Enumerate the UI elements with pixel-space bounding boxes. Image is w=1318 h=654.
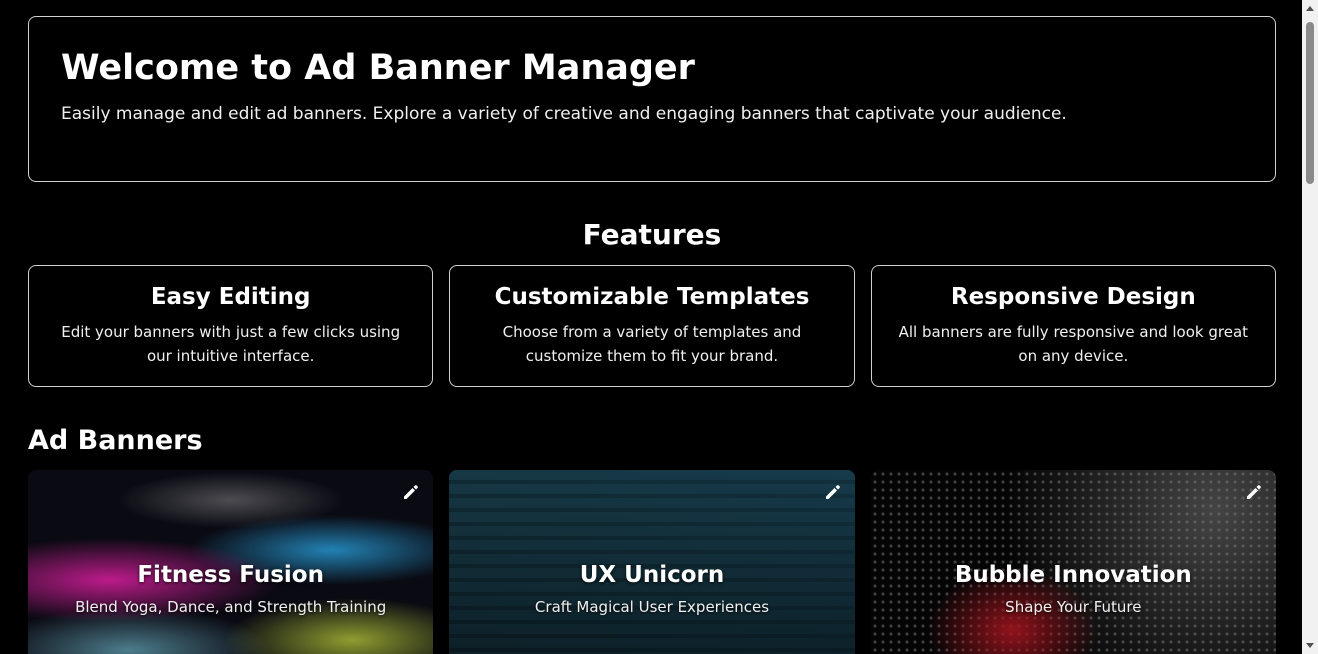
pencil-icon[interactable] (821, 480, 845, 504)
hero-description: Easily manage and edit ad banners. Explo… (61, 103, 1067, 124)
ad-banners-heading: Ad Banners (28, 425, 203, 456)
feature-card-easy-editing: Easy Editing Edit your banners with just… (28, 265, 434, 387)
feature-card-customizable-templates: Customizable Templates Choose from a var… (449, 265, 855, 387)
banner-title: Fitness Fusion (137, 562, 324, 588)
welcome-hero: Welcome to Ad Banner Manager Easily mana… (28, 16, 1276, 182)
scrollbar-thumb[interactable] (1306, 22, 1314, 184)
banner-title: UX Unicorn (579, 562, 725, 588)
features-list: Easy Editing Edit your banners with just… (28, 265, 1276, 387)
page: Welcome to Ad Banner Manager Easily mana… (0, 0, 1302, 654)
scroll-up-arrow-icon[interactable] (1306, 6, 1314, 11)
vertical-scrollbar[interactable] (1302, 0, 1318, 654)
banner-title: Bubble Innovation (954, 562, 1192, 588)
ad-banners-list: Fitness Fusion Blend Yoga, Dance, and St… (28, 470, 1276, 654)
feature-description: Choose from a variety of templates and c… (502, 323, 802, 365)
banner-card-bubble-innovation[interactable]: Bubble Innovation Shape Your Future (870, 470, 1276, 654)
features-heading: Features (582, 218, 722, 251)
scroll-down-arrow-icon[interactable] (1306, 643, 1314, 648)
pencil-icon[interactable] (1242, 480, 1266, 504)
feature-title: Easy Editing (150, 284, 311, 310)
banner-card-fitness-fusion[interactable]: Fitness Fusion Blend Yoga, Dance, and St… (28, 470, 434, 654)
feature-description: All banners are fully responsive and loo… (898, 323, 1249, 365)
banner-subtitle: Craft Magical User Experiences (534, 598, 770, 616)
feature-description: Edit your banners with just a few clicks… (61, 323, 401, 365)
banner-subtitle: Blend Yoga, Dance, and Strength Training (75, 598, 387, 616)
page-title: Welcome to Ad Banner Manager (61, 48, 695, 88)
banner-card-ux-unicorn[interactable]: UX Unicorn Craft Magical User Experience… (449, 470, 855, 654)
feature-title: Responsive Design (950, 284, 1196, 310)
banner-subtitle: Shape Your Future (1005, 598, 1142, 616)
feature-title: Customizable Templates (494, 284, 810, 310)
pencil-icon[interactable] (399, 480, 423, 504)
feature-card-responsive-design: Responsive Design All banners are fully … (870, 265, 1276, 387)
